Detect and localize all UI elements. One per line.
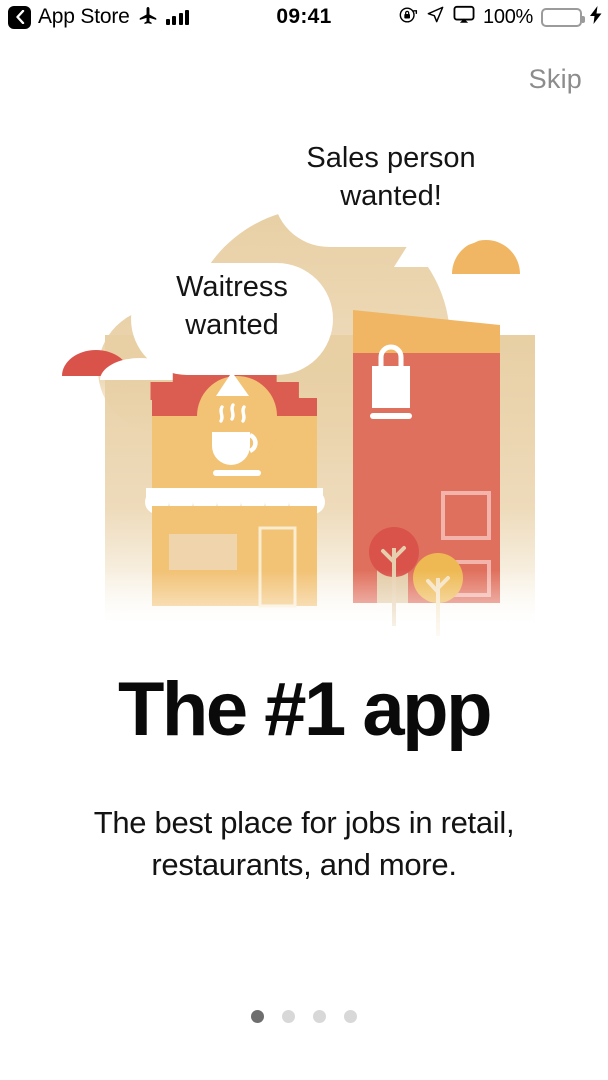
subtitle-line-1: The best place for jobs in retail, [93, 805, 515, 840]
waitress-bubble-line1: Waitress [176, 271, 288, 303]
page-title: The #1 app [118, 667, 493, 752]
rotation-lock-icon [398, 5, 418, 30]
page-dot-4[interactable] [344, 1010, 357, 1023]
page-indicator [0, 1010, 608, 1023]
status-bar: App Store 09:41 100% [0, 0, 608, 34]
status-bar-right: 100% [398, 5, 602, 30]
skip-button[interactable]: Skip [529, 64, 582, 95]
location-arrow-icon [426, 5, 445, 29]
battery-percentage: 100% [483, 5, 533, 28]
subtitle-line-2: restaurants, and more. [151, 846, 457, 882]
screen-mirroring-icon [453, 5, 475, 30]
waitress-bubble-line2: wanted [184, 309, 279, 341]
battery-icon [541, 7, 585, 27]
page-dot-1[interactable] [251, 1010, 264, 1023]
sales-bubble-line1: Sales person [306, 142, 475, 174]
page-dot-2[interactable] [282, 1010, 295, 1023]
page-dot-3[interactable] [313, 1010, 326, 1023]
sales-bubble-line2: wanted! [339, 180, 442, 212]
lightning-bolt-icon [590, 5, 602, 29]
page-subtitle: The best place for jobs in retail, resta… [0, 802, 608, 886]
onboarding-illustration: Sales person wanted! Waitress wanted [0, 110, 608, 650]
